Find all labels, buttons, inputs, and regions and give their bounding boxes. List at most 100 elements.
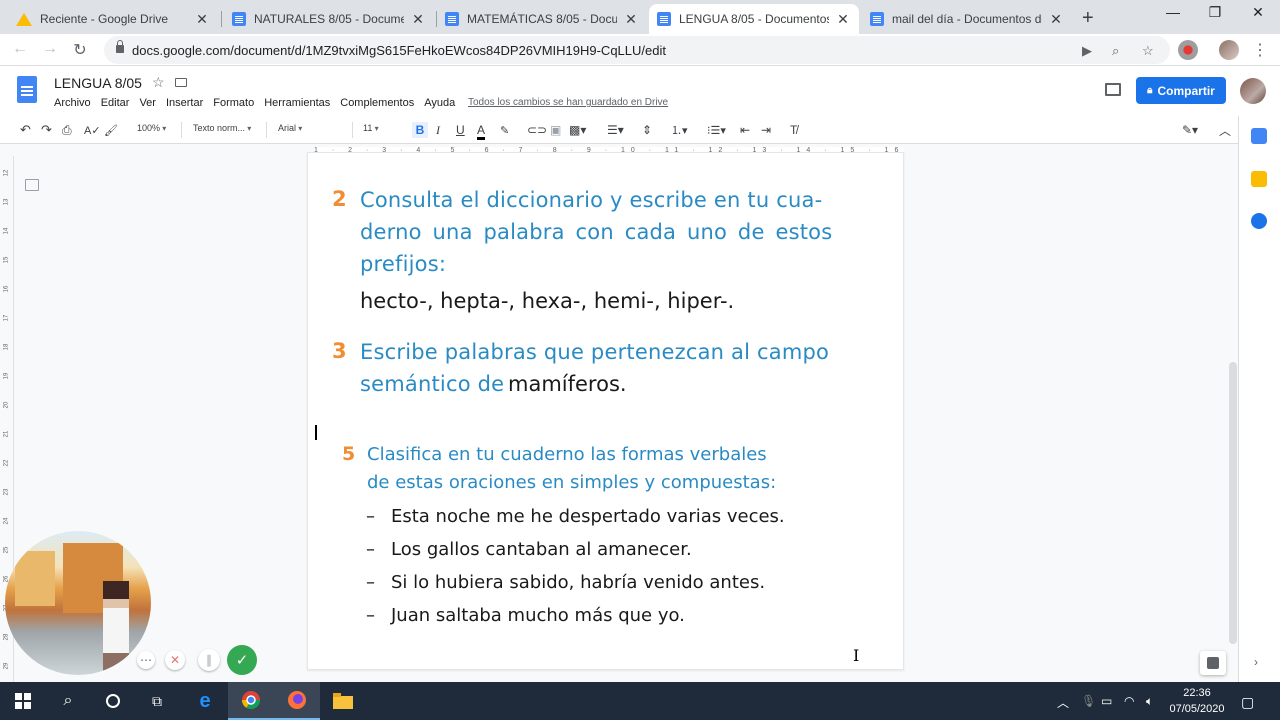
microphone-icon[interactable]: 🎙︎	[1081, 694, 1096, 708]
restore-button[interactable]: ❐	[1200, 4, 1230, 21]
battery-icon[interactable]: ▭	[1101, 694, 1112, 708]
zoom-select[interactable]: 100%	[137, 123, 166, 133]
close-window-button[interactable]: ✕	[1243, 4, 1273, 21]
expand-panel-icon[interactable]: ›	[1254, 654, 1258, 670]
menu-ver[interactable]: Ver	[139, 97, 156, 109]
bulleted-list-icon[interactable]: ⁝☰▾	[707, 122, 726, 138]
font-select[interactable]: Arial	[278, 123, 345, 133]
edge-icon[interactable]: e	[182, 682, 228, 720]
search-icon[interactable]: ⌕	[45, 682, 91, 720]
tab-matematicas[interactable]: MATEMÁTICAS 8/05 - Documentos de Google …	[437, 4, 647, 34]
file-explorer-icon[interactable]	[320, 682, 366, 720]
keep-icon[interactable]	[1251, 171, 1267, 187]
redo-icon[interactable]: ↷	[41, 122, 52, 138]
wifi-icon[interactable]: ◠	[1124, 694, 1134, 708]
forward-button[interactable]: →	[40, 40, 60, 58]
scrollbar-thumb[interactable]	[1229, 362, 1237, 644]
notifications-icon[interactable]: ▢	[1241, 694, 1254, 711]
windows-taskbar: ⌕ ⧉ e ︿ 🎙︎ ▭ ◠ 🔈︎ 22:36 07/05/2020 ▢	[0, 682, 1280, 720]
star-icon[interactable]: ☆	[152, 74, 165, 91]
account-avatar[interactable]	[1240, 78, 1266, 104]
align-icon[interactable]: ☰▾	[607, 122, 624, 138]
system-clock[interactable]: 22:36 07/05/2020	[1162, 685, 1232, 717]
tab-separator	[221, 11, 222, 27]
extension-icon[interactable]	[1178, 40, 1198, 60]
comment-add-icon[interactable]: ▣	[550, 122, 561, 138]
document-outline-icon[interactable]	[25, 179, 39, 191]
back-button[interactable]: ←	[10, 40, 30, 58]
tab-naturales[interactable]: NATURALES 8/05 - Documentos de Google ✕	[224, 4, 434, 34]
style-select[interactable]: Texto norm...	[193, 123, 251, 133]
close-tab-icon[interactable]: ✕	[835, 11, 851, 28]
save-status[interactable]: Todos los cambios se han guardado en Dri…	[468, 97, 668, 108]
menu-archivo[interactable]: Archivo	[54, 97, 91, 109]
tab-mail-del-dia[interactable]: mail del día - Documentos de Google ✕	[862, 4, 1072, 34]
tasks-icon[interactable]	[1251, 213, 1267, 229]
paint-format-icon[interactable]: 🖌︎	[104, 122, 118, 138]
tab-google-drive[interactable]: Reciente - Google Drive ✕	[8, 4, 218, 34]
collapse-menus-icon[interactable]: ︿	[1219, 122, 1231, 138]
line-spacing-icon[interactable]: ⇕	[642, 122, 652, 138]
editing-mode-icon[interactable]: ✎▾	[1182, 122, 1198, 138]
print-icon[interactable]: ⎙	[62, 122, 72, 138]
undo-icon[interactable]: ↶	[20, 122, 31, 138]
google-docs-icon	[445, 12, 459, 26]
minimize-button[interactable]: —	[1158, 4, 1188, 20]
new-tab-button[interactable]: +	[1082, 7, 1094, 30]
move-folder-icon[interactable]	[175, 78, 187, 87]
list-item: Los gallos cantaban al amanecer.	[391, 539, 692, 560]
tab-lengua[interactable]: LENGUA 8/05 - Documentos de Google ✕	[649, 4, 859, 34]
font-size-select[interactable]: 11	[363, 123, 400, 133]
cortana-icon[interactable]	[90, 682, 136, 720]
browser-menu-icon[interactable]: ⋮	[1250, 40, 1270, 60]
share-label: Compartir	[1157, 83, 1215, 98]
tray-chevron-icon[interactable]: ︿	[1057, 694, 1069, 711]
bold-button[interactable]: B	[412, 122, 428, 138]
webcam-person	[103, 581, 129, 671]
close-tab-icon[interactable]: ✕	[410, 11, 426, 28]
comments-icon[interactable]	[1105, 83, 1121, 96]
task-view-icon[interactable]: ⧉	[134, 682, 180, 720]
menu-herramientas[interactable]: Herramientas	[264, 97, 330, 109]
reload-button[interactable]: ↻	[70, 40, 90, 60]
close-tab-icon[interactable]: ✕	[1048, 11, 1064, 28]
chrome-icon[interactable]	[228, 682, 274, 720]
camera-icon[interactable]: ▶	[1082, 43, 1092, 59]
underline-button[interactable]: U	[456, 122, 465, 138]
spellcheck-icon[interactable]: A✓	[84, 122, 101, 138]
finish-recording-icon[interactable]: ✓	[227, 645, 257, 675]
volume-icon[interactable]: 🔈︎	[1146, 694, 1153, 709]
clear-formatting-icon[interactable]: T̸	[790, 122, 797, 138]
document-title[interactable]: LENGUA 8/05	[54, 75, 142, 91]
decrease-indent-icon[interactable]: ⇤	[740, 122, 750, 138]
zoom-icon[interactable]: ⌕	[1112, 43, 1119, 59]
browser-tabstrip: Reciente - Google Drive ✕ NATURALES 8/05…	[0, 0, 1280, 34]
italic-button[interactable]: I	[436, 122, 440, 138]
more-options-icon[interactable]: ⋯	[137, 651, 155, 669]
cancel-recording-icon[interactable]: ✕	[165, 650, 185, 670]
menu-complementos[interactable]: Complementos	[340, 97, 414, 109]
menu-insertar[interactable]: Insertar	[166, 97, 203, 109]
menu-ayuda[interactable]: Ayuda	[424, 97, 455, 109]
explore-button[interactable]	[1200, 651, 1226, 675]
pause-recording-icon[interactable]: ∥	[198, 649, 220, 671]
highlight-icon[interactable]: ✎	[500, 122, 509, 138]
menu-formato[interactable]: Formato	[213, 97, 254, 109]
close-tab-icon[interactable]: ✕	[194, 11, 210, 28]
profile-avatar[interactable]	[1219, 40, 1239, 60]
insert-image-icon[interactable]: ▩▾	[569, 122, 586, 138]
link-icon[interactable]: ⊂⊃	[527, 122, 547, 138]
close-tab-icon[interactable]: ✕	[623, 11, 639, 28]
webcam-overlay	[5, 531, 151, 675]
numbered-list-icon[interactable]: ⒈▾	[671, 122, 688, 138]
bookmark-star-icon[interactable]: ☆	[1142, 43, 1154, 59]
share-button[interactable]: 🔒︎ Compartir	[1136, 77, 1226, 104]
firefox-icon[interactable]	[274, 682, 320, 720]
google-docs-logo-icon[interactable]	[17, 76, 37, 103]
increase-indent-icon[interactable]: ⇥	[761, 122, 771, 138]
text-color-button[interactable]: A	[477, 122, 486, 140]
calendar-icon[interactable]	[1251, 128, 1267, 144]
windows-start-icon[interactable]	[0, 682, 46, 720]
address-bar[interactable]: docs.google.com/document/d/1MZ9tvxiMgS61…	[104, 36, 1170, 64]
menu-editar[interactable]: Editar	[101, 97, 130, 109]
